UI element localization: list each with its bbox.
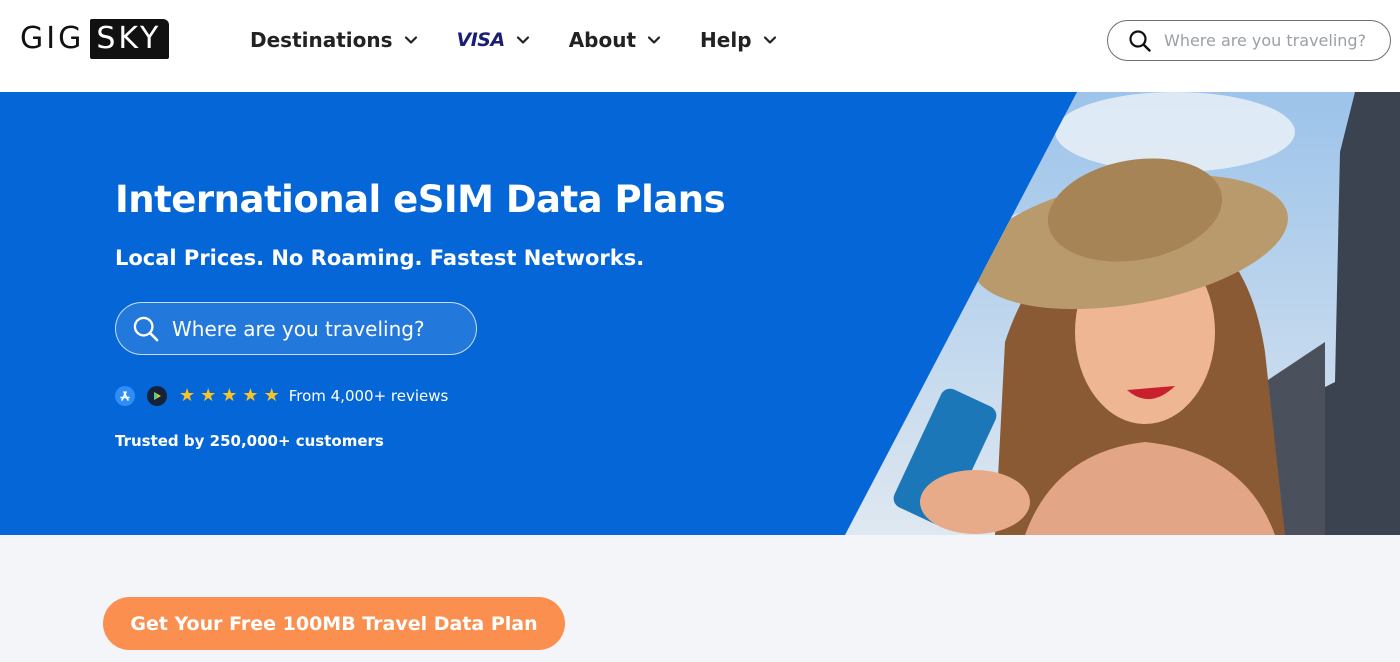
header-search-input[interactable] [1164, 31, 1384, 50]
main-nav: Destinations VISA About Help [250, 24, 816, 56]
nav-item-destinations[interactable]: Destinations [250, 28, 419, 52]
hero-traveler-image [845, 92, 1400, 535]
gigsky-logo[interactable]: GIG SKY [20, 19, 170, 59]
star-icon: ★ [242, 385, 259, 406]
logo-text-right: SKY [90, 19, 170, 59]
nav-item-label: About [568, 28, 637, 52]
reviews-row: ★ ★ ★ ★ ★ From 4,000+ reviews [115, 385, 448, 407]
hero-title: International eSIM Data Plans [115, 178, 726, 221]
search-icon [133, 316, 159, 341]
chevron-down-icon [404, 36, 417, 44]
chevron-down-icon [763, 36, 776, 44]
free-data-plan-button[interactable]: Get Your Free 100MB Travel Data Plan [103, 597, 565, 650]
hero-search-box[interactable] [115, 302, 477, 355]
reviews-count: From 4,000+ reviews [288, 387, 449, 405]
google-play-icon[interactable] [147, 386, 167, 406]
chevron-down-icon [516, 36, 529, 44]
hero-subtitle: Local Prices. No Roaming. Fastest Networ… [115, 246, 645, 270]
nav-item-label: Destinations [250, 28, 393, 52]
search-icon [1129, 29, 1151, 52]
site-header: GIG SKY Destinations VISA About Help [0, 0, 1400, 92]
star-icon: ★ [263, 385, 280, 406]
nav-item-label: Help [700, 28, 752, 52]
chevron-down-icon [647, 36, 661, 44]
app-store-icon[interactable] [115, 386, 135, 406]
trusted-customers-text: Trusted by 250,000+ customers [115, 432, 384, 450]
nav-item-visa[interactable]: VISA [457, 29, 531, 51]
nav-item-label: VISA [456, 29, 506, 51]
header-search-box[interactable] [1107, 20, 1391, 61]
star-icon: ★ [200, 385, 217, 406]
star-icon: ★ [221, 385, 238, 406]
logo-text-left: GIG [20, 21, 85, 56]
hero-banner: International eSIM Data Plans Local Pric… [0, 92, 1400, 535]
nav-item-about[interactable]: About [569, 28, 662, 52]
hero-search-input[interactable] [172, 316, 472, 341]
nav-item-help[interactable]: Help [700, 28, 777, 52]
star-icon: ★ [179, 385, 196, 406]
